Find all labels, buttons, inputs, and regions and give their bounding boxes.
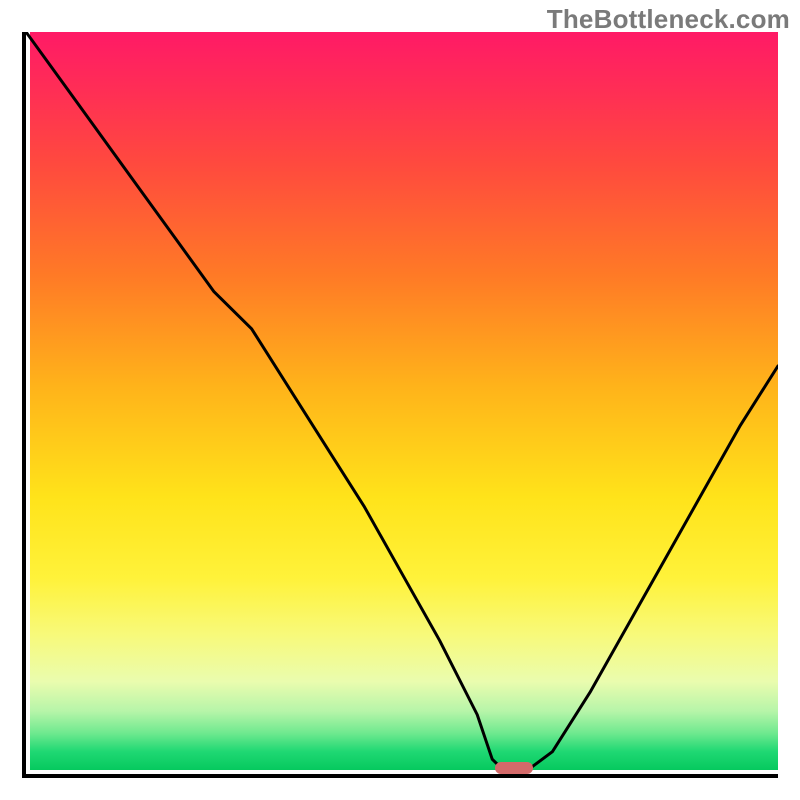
watermark-text: TheBottleneck.com [547,4,790,35]
minimum-marker [495,762,533,774]
chart-container: TheBottleneck.com [0,0,800,800]
plot-area [22,32,778,778]
background-gradient [30,32,778,770]
